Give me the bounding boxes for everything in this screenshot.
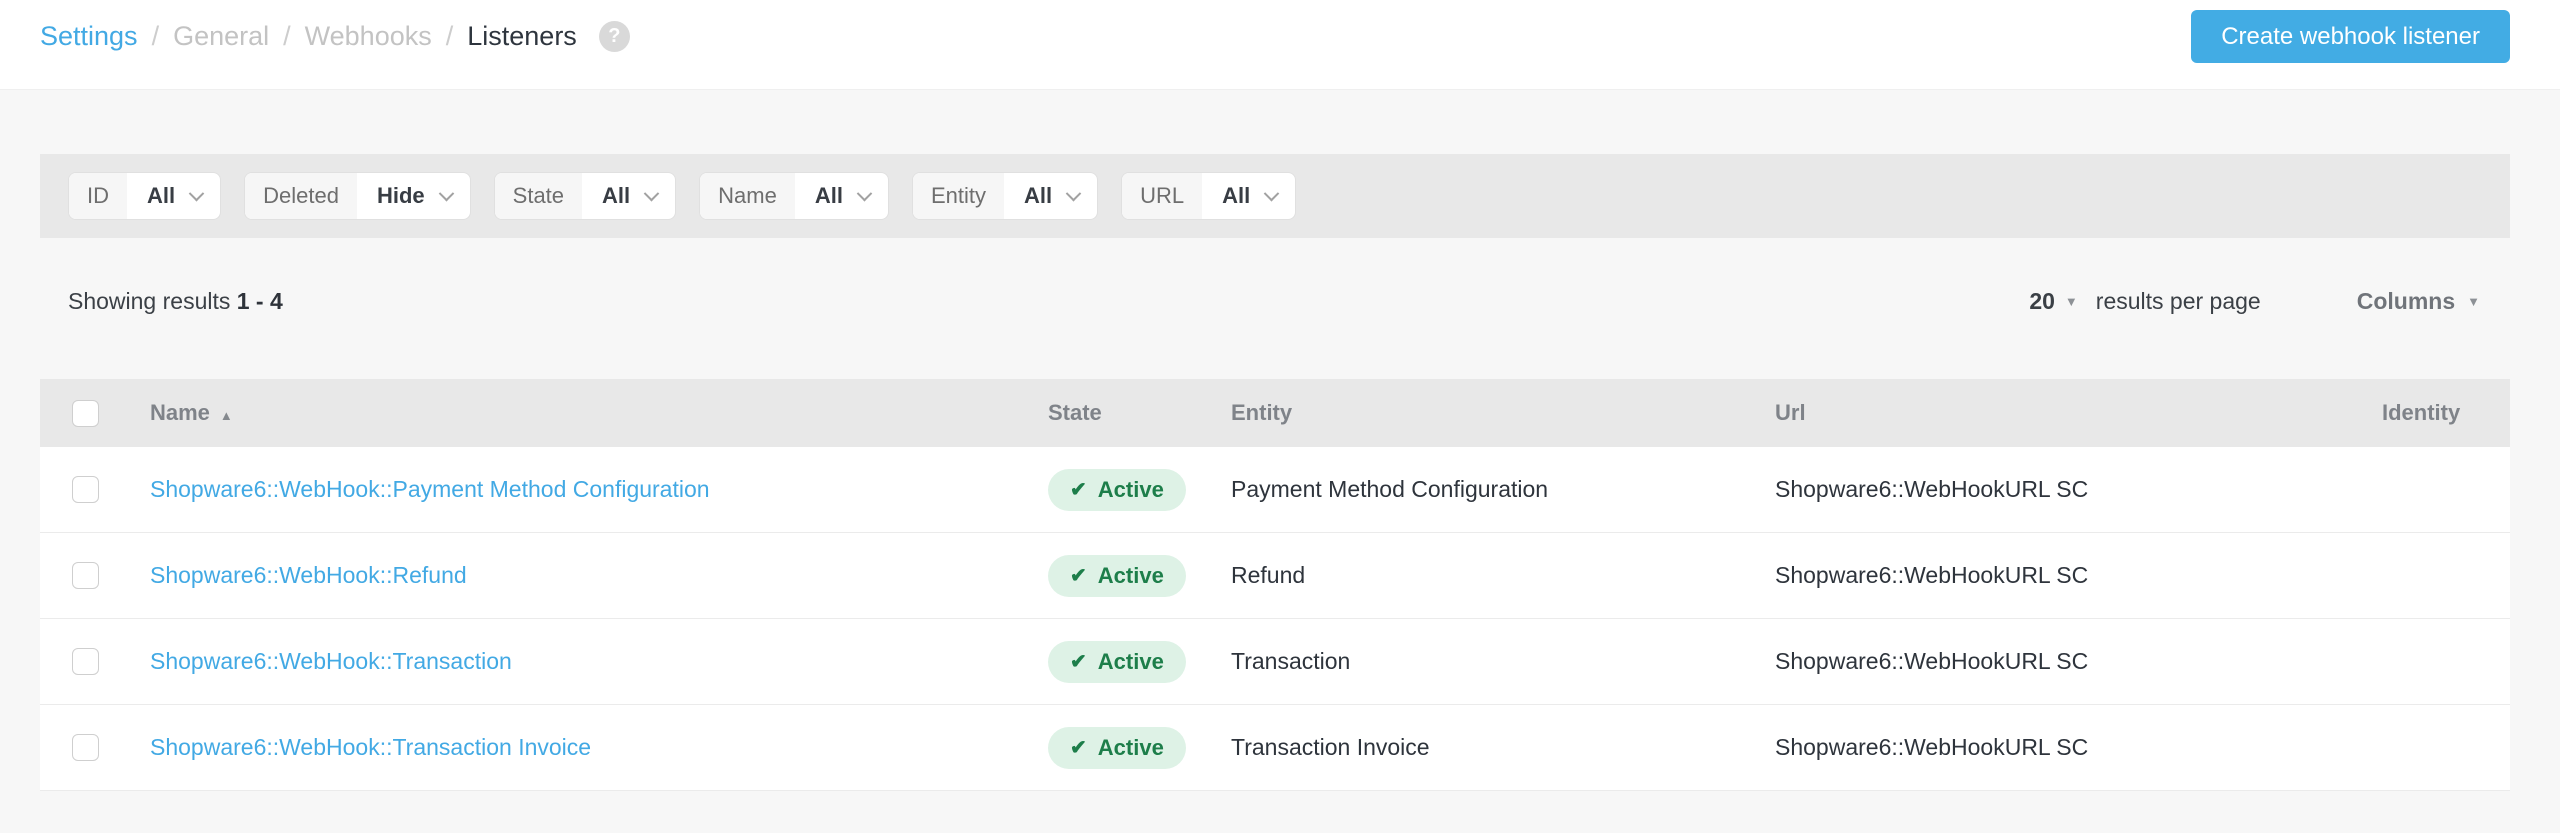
entity-cell: Transaction Invoice — [1231, 734, 1775, 761]
chevron-down-icon — [438, 185, 454, 201]
per-page-value: 20 — [2029, 288, 2055, 315]
breadcrumb-separator: / — [152, 21, 160, 52]
listener-name-link[interactable]: Shopware6::WebHook::Transaction Invoice — [150, 734, 591, 760]
column-header-name[interactable]: Name▲ — [150, 400, 1048, 426]
filter-chip-url[interactable]: URL All — [1121, 172, 1296, 220]
url-cell: Shopware6::WebHookURL SC — [1775, 648, 2382, 675]
row-checkbox[interactable] — [72, 734, 99, 761]
table-row: Shopware6::WebHook::Refund ✔ Active Refu… — [40, 533, 2510, 619]
chevron-down-icon — [1066, 185, 1082, 201]
check-icon: ✔ — [1070, 563, 1087, 588]
status-badge: ✔ Active — [1048, 641, 1186, 683]
status-badge: ✔ Active — [1048, 469, 1186, 511]
entity-cell: Transaction — [1231, 648, 1775, 675]
breadcrumb-separator: / — [446, 21, 454, 52]
breadcrumb-separator: / — [283, 21, 291, 52]
entity-cell: Payment Method Configuration — [1231, 476, 1775, 503]
table-row: Shopware6::WebHook::Transaction Invoice … — [40, 705, 2510, 791]
chevron-down-icon — [644, 185, 660, 201]
breadcrumb-settings[interactable]: Settings — [40, 21, 138, 52]
breadcrumb-listeners: Listeners — [467, 21, 577, 52]
breadcrumb: Settings / General / Webhooks / Listener… — [40, 21, 630, 52]
chevron-down-icon: ▼ — [2467, 294, 2480, 309]
chevron-down-icon — [1264, 185, 1280, 201]
listener-name-link[interactable]: Shopware6::WebHook::Payment Method Confi… — [150, 476, 710, 502]
listener-name-link[interactable]: Shopware6::WebHook::Refund — [150, 562, 467, 588]
results-count-range: 1 - 4 — [237, 288, 283, 314]
per-page-dropdown[interactable]: 20 ▼ — [2029, 288, 2077, 315]
columns-label: Columns — [2357, 288, 2455, 315]
url-cell: Shopware6::WebHookURL SC — [1775, 476, 2382, 503]
column-header-url[interactable]: Url — [1775, 400, 2382, 426]
filter-chip-deleted[interactable]: Deleted Hide — [244, 172, 471, 220]
table-row: Shopware6::WebHook::Payment Method Confi… — [40, 447, 2510, 533]
results-bar: Showing results 1 - 4 20 ▼ results per p… — [40, 288, 2510, 315]
filter-chip-entity[interactable]: Entity All — [912, 172, 1098, 220]
row-checkbox[interactable] — [72, 648, 99, 675]
help-icon[interactable]: ? — [599, 21, 630, 52]
filter-bar: ID All Deleted Hide State All Name All E… — [40, 154, 2510, 238]
filter-chip-id[interactable]: ID All — [68, 172, 221, 220]
row-checkbox[interactable] — [72, 476, 99, 503]
table-row: Shopware6::WebHook::Transaction ✔ Active… — [40, 619, 2510, 705]
status-badge: ✔ Active — [1048, 555, 1186, 597]
check-icon: ✔ — [1070, 477, 1087, 502]
create-webhook-listener-button[interactable]: Create webhook listener — [2191, 10, 2510, 63]
breadcrumb-webhooks[interactable]: Webhooks — [305, 21, 432, 52]
chevron-down-icon: ▼ — [2065, 294, 2078, 309]
column-header-identity[interactable]: Identity — [2382, 400, 2510, 426]
sort-asc-icon: ▲ — [220, 408, 233, 423]
url-cell: Shopware6::WebHookURL SC — [1775, 562, 2382, 589]
check-icon: ✔ — [1070, 735, 1087, 760]
filter-chip-state[interactable]: State All — [494, 172, 677, 220]
chevron-down-icon — [857, 185, 873, 201]
table-header-row: Name▲ State Entity Url Identity — [40, 379, 2510, 447]
topbar: Settings / General / Webhooks / Listener… — [0, 0, 2560, 90]
results-count: Showing results 1 - 4 — [68, 288, 283, 315]
url-cell: Shopware6::WebHookURL SC — [1775, 734, 2382, 761]
per-page-label: results per page — [2096, 288, 2261, 315]
status-badge: ✔ Active — [1048, 727, 1186, 769]
column-header-entity[interactable]: Entity — [1231, 400, 1775, 426]
listeners-table: Name▲ State Entity Url Identity Shopware… — [40, 379, 2510, 791]
row-checkbox[interactable] — [72, 562, 99, 589]
columns-dropdown[interactable]: Columns ▼ — [2357, 288, 2480, 315]
entity-cell: Refund — [1231, 562, 1775, 589]
check-icon: ✔ — [1070, 649, 1087, 674]
select-all-checkbox[interactable] — [72, 400, 99, 427]
results-count-label: Showing results — [68, 288, 230, 314]
filter-chip-name[interactable]: Name All — [699, 172, 889, 220]
table-body: Shopware6::WebHook::Payment Method Confi… — [40, 447, 2510, 791]
breadcrumb-general[interactable]: General — [173, 21, 269, 52]
listener-name-link[interactable]: Shopware6::WebHook::Transaction — [150, 648, 512, 674]
column-header-state[interactable]: State — [1048, 400, 1231, 426]
chevron-down-icon — [189, 185, 205, 201]
main-content: ID All Deleted Hide State All Name All E… — [40, 154, 2510, 791]
